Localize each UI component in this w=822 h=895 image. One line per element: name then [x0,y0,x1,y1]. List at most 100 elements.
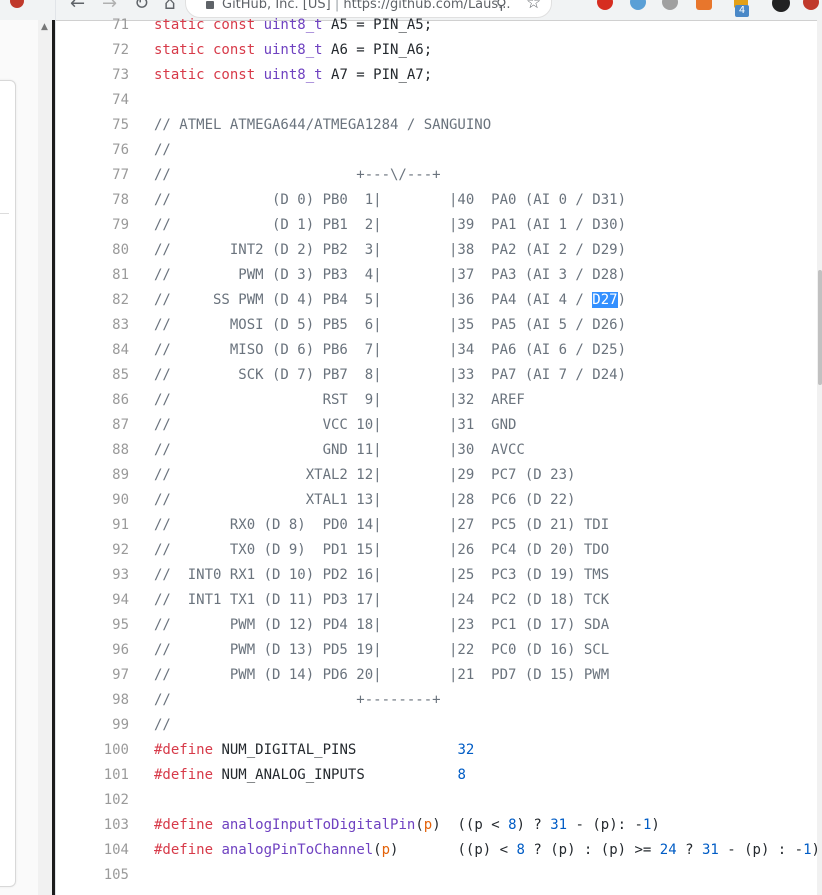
code-line: 92 // TX0 (D 9) PD1 15| |26 PC4 (D 20) TD… [56,538,818,563]
code-line: 82 // SS PWM (D 4) PB4 5| |36 PA4 (AI 4 /… [56,288,818,313]
code-token: #define [154,842,214,858]
line-number[interactable]: 87 [56,413,129,438]
code-text: // +---\/---+ [154,163,441,188]
line-number[interactable]: 85 [56,363,129,388]
code-text: // PWM (D 3) PB3 4| |37 PA3 (AI 3 / D28) [154,263,626,288]
code-text: static const uint8_t A7 = PIN_A7; [154,63,432,88]
code-line: 86 // RST 9| |32 AREF [56,388,818,413]
code-token: 24 [659,842,677,858]
line-number[interactable]: 102 [56,788,129,813]
code-token: // MOSI (D 5) PB5 6| |35 PA5 (AI 5 / D26… [154,317,627,333]
code-token: static const [154,42,264,58]
code-token: ) ((p) < [390,842,517,858]
code-text: // INT1 TX1 (D 11) PD3 17| |24 PC2 (D 18… [154,588,609,613]
code-line: 100 #define NUM_DIGITAL_PINS 32 [56,738,818,763]
line-number[interactable]: 84 [56,338,129,363]
line-number[interactable]: 71 [56,13,129,38]
line-number[interactable]: 74 [56,88,129,113]
line-number[interactable]: 100 [56,738,129,763]
code-text: static const uint8_t A6 = PIN_A6; [154,38,432,63]
code-text: // PWM (D 14) PD6 20| |21 PD7 (D 15) PWM [154,663,609,688]
line-number[interactable]: 94 [56,588,129,613]
code-text: // VCC 10| |31 GND [154,413,516,438]
line-number[interactable]: 76 [56,138,129,163]
code-token: // SS PWM (D 4) PB4 5| |36 PA4 (AI 4 / [154,292,593,308]
line-number[interactable]: 101 [56,763,129,788]
code-text: // XTAL1 13| |28 PC6 (D 22) [154,488,575,513]
code-text: // RX0 (D 8) PD0 14| |27 PC5 (D 21) TDI [154,513,609,538]
code-line: 98 // +--------+ [56,688,818,713]
code-text: // GND 11| |30 AVCC [154,438,525,463]
code-token: A5 = PIN_A5; [322,17,433,33]
code-line: 78 // (D 0) PB0 1| |40 PA0 (AI 0 / D31) [56,188,818,213]
code-line: 72 static const uint8_t A6 = PIN_A6; [56,38,818,63]
code-line: 84 // MISO (D 6) PB6 7| |34 PA6 (AI 6 / D… [56,338,818,363]
code-token: // INT0 RX1 (D 10) PD2 16| |25 PC3 (D 19… [154,567,610,583]
line-number[interactable]: 72 [56,38,129,63]
line-number[interactable]: 88 [56,438,129,463]
line-number[interactable]: 77 [56,163,129,188]
code-line: 76 // [56,138,818,163]
line-number[interactable]: 97 [56,663,129,688]
code-token: 8 [508,817,517,833]
line-number[interactable]: 80 [56,238,129,263]
line-number[interactable]: 83 [56,313,129,338]
code-line: 74 [56,88,818,113]
side-panel [0,80,16,887]
line-number[interactable]: 96 [56,638,129,663]
line-number[interactable]: 75 [56,113,129,138]
code-token: // TX0 (D 9) PD1 15| |26 PC4 (D 20) TDO [154,542,610,558]
line-number[interactable]: 93 [56,563,129,588]
code-token: // VCC 10| |31 GND [154,417,517,433]
line-number[interactable]: 98 [56,688,129,713]
line-number[interactable]: 92 [56,538,129,563]
code-text: // (D 0) PB0 1| |40 PA0 (AI 0 / D31) [154,188,626,213]
line-number[interactable]: 99 [56,713,129,738]
line-number[interactable]: 73 [56,63,129,88]
code-text: // (D 1) PB1 2| |39 PA1 (AI 1 / D30) [154,213,626,238]
line-number[interactable]: 78 [56,188,129,213]
code-token: // RST 9| |32 AREF [154,392,525,408]
code-line: 90 // XTAL1 13| |28 PC6 (D 22) [56,488,818,513]
line-number[interactable]: 89 [56,463,129,488]
code-token: // RX0 (D 8) PD0 14| |27 PC5 (D 21) TDI [154,517,610,533]
line-number[interactable]: 104 [56,838,129,863]
code-token: // PWM (D 13) PD5 19| |22 PC0 (D 16) SCL [154,642,610,658]
code-token: uint8_t [263,67,323,83]
code-token: 31 [550,817,568,833]
code-token: // MISO (D 6) PB6 7| |34 PA6 (AI 6 / D25… [154,342,627,358]
code-text: // PWM (D 13) PD5 19| |22 PC0 (D 16) SCL [154,638,609,663]
code-line: 83 // MOSI (D 5) PB5 6| |35 PA5 (AI 5 / D… [56,313,818,338]
line-number[interactable]: 86 [56,388,129,413]
code-token: NUM_DIGITAL_PINS [221,742,357,758]
line-number[interactable]: 91 [56,513,129,538]
line-number[interactable]: 81 [56,263,129,288]
line-number[interactable]: 103 [56,813,129,838]
code-text: // MISO (D 6) PB6 7| |34 PA6 (AI 6 / D25… [154,338,626,363]
code-token: ) ((p < [432,817,509,833]
scroll-up-arrow-icon[interactable]: ▲ [41,22,48,32]
code-text: // +--------+ [154,688,441,713]
line-number[interactable]: 79 [56,213,129,238]
code-token: A7 = PIN_A7; [322,67,433,83]
line-number[interactable]: 105 [56,863,129,888]
page-scrollbar[interactable] [817,20,822,895]
line-number[interactable]: 90 [56,488,129,513]
left-scrollbar[interactable] [38,20,52,895]
code-text: // PWM (D 12) PD4 18| |23 PC1 (D 17) SDA [154,613,609,638]
code-token: ( [415,817,424,833]
code-line: 73 static const uint8_t A7 = PIN_A7; [56,63,818,88]
scrollbar-thumb[interactable] [818,270,822,385]
code-text: #define NUM_ANALOG_INPUTS 8 [154,763,466,788]
extension-icon[interactable] [10,0,24,8]
line-number[interactable]: 95 [56,613,129,638]
code-line: 101 #define NUM_ANALOG_INPUTS 8 [56,763,818,788]
divider [0,213,9,214]
code-line: 104 #define analogPinToChannel(p) ((p) < … [56,838,820,863]
code-text: // INT2 (D 2) PB2 3| |38 PA2 (AI 2 / D29… [154,238,626,263]
line-number[interactable]: 82 [56,288,129,313]
code-line: 81 // PWM (D 3) PB3 4| |37 PA3 (AI 3 / D2… [56,263,818,288]
code-token: 31 [701,842,719,858]
